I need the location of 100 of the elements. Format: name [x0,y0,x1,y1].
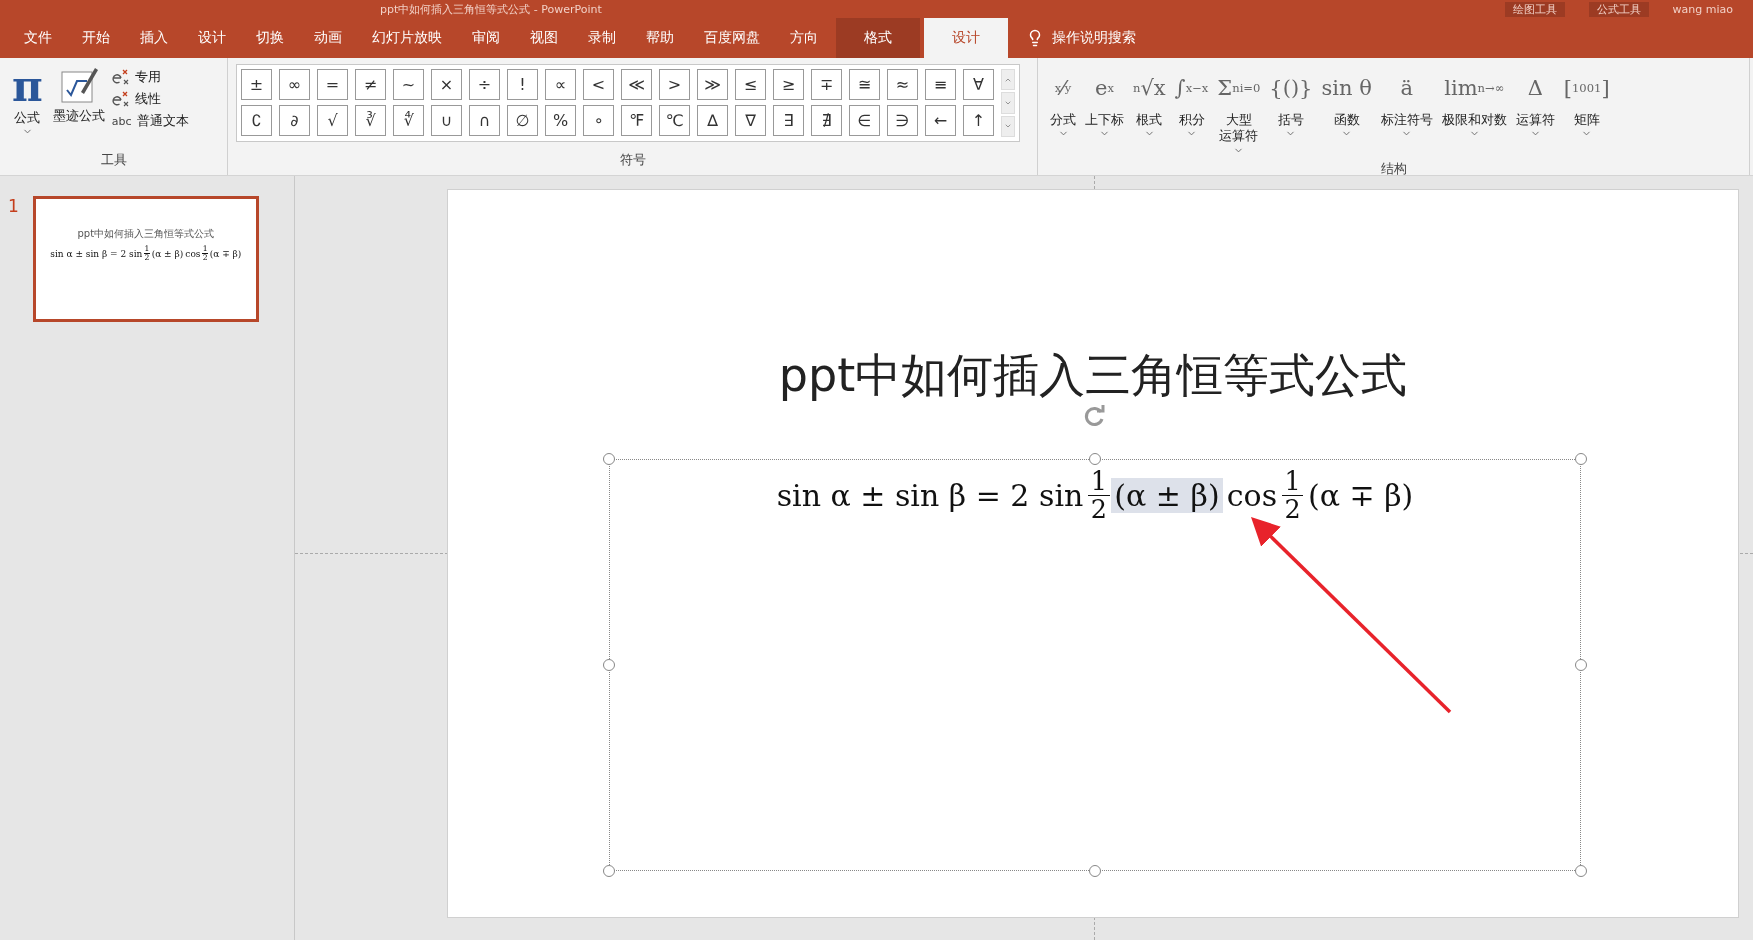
structure-icon: sin θ [1321,64,1372,112]
symbol-button[interactable]: ∝ [545,69,576,100]
symbol-button[interactable]: ≫ [697,69,728,100]
symbol-button[interactable]: ÷ [469,69,500,100]
symbol-button[interactable]: ≅ [849,69,880,100]
fraction: 1 2 [1088,468,1110,523]
symbol-button[interactable]: ≡ [925,69,956,100]
group-label: 工具 [99,151,128,169]
structure-icon: Δ [1527,64,1543,112]
symbol-button[interactable]: ∪ [431,105,462,136]
equation-text: sin α ± sin β = 2 sin [775,477,1085,513]
symbol-button[interactable]: ℉ [621,105,652,136]
ribbon-tab[interactable]: 视图 [518,18,570,58]
ribbon-button[interactable]: 墨迹公式 [48,64,109,147]
ribbon-tab[interactable]: 帮助 [634,18,686,58]
structure-button[interactable]: ä 标注符号 [1376,64,1437,156]
structure-button[interactable]: $^{n}$√x 根式 [1129,64,1170,156]
ribbon-tab[interactable]: 幻灯片放映 [360,18,454,58]
symbol-button[interactable]: ∜ [393,105,424,136]
structure-icon: $^{n}$√x [1133,64,1166,112]
thumbnail-title: ppt中如何插入三角恒等式公式 [77,227,215,241]
slide-number: 1 [8,196,19,216]
resize-handle[interactable] [1089,453,1101,465]
symbol-button[interactable]: ∋ [887,105,918,136]
equation-text: (α ± β) [150,248,185,259]
resize-handle[interactable] [603,659,615,671]
equation-text: (α ∓ β) [1307,477,1415,513]
ribbon-button[interactable]: π 公式 [8,64,47,147]
ribbon-tab[interactable]: 切换 [244,18,296,58]
ribbon-button[interactable]: 专用 [110,68,189,86]
symbol-button[interactable]: ≥ [773,69,804,100]
ribbon-button[interactable]: 线性 [110,90,189,108]
ribbon-tab[interactable]: 文件 [12,18,64,58]
symbol-button[interactable]: ∂ [279,105,310,136]
ribbon-tab[interactable]: 百度网盘 [692,18,772,58]
context-tab-label: 公式工具 [1588,1,1649,17]
chevron-down-icon [1004,99,1012,107]
symbol-button[interactable]: ~ [393,69,424,100]
symbol-button[interactable]: ∩ [469,105,500,136]
resize-handle[interactable] [1575,659,1587,671]
ribbon-tab[interactable]: 插入 [128,18,180,58]
group-label: 结构 [1379,159,1408,178]
symbol-button[interactable]: ≈ [887,69,918,100]
symbol-button[interactable]: ∅ [507,105,538,136]
equation-text: cos [1225,477,1279,513]
symbol-button[interactable]: ∀ [963,69,994,100]
ribbon-tab[interactable]: 格式 [836,18,920,58]
context-tab-label: 绘图工具 [1504,1,1565,17]
structure-button[interactable]: Δ 运算符 [1511,64,1559,156]
fraction: 1 2 [1281,468,1304,523]
symbol-button[interactable]: > [659,69,690,100]
ribbon-tab[interactable]: 录制 [576,18,628,58]
symbol-button[interactable]: ∃ [773,105,804,136]
ribbon-button[interactable]: abc 普通文本 [110,112,189,130]
symbol-button[interactable]: ↑ [963,105,994,136]
tell-me-search[interactable]: 操作说明搜索 [1052,29,1136,47]
symbol-button[interactable]: × [431,69,462,100]
ribbon-tab[interactable]: 设计 [186,18,238,58]
symbol-button[interactable]: ± [241,69,272,100]
ribbon-tab[interactable]: 方向 [778,18,830,58]
symbol-button[interactable]: ← [925,105,956,136]
ribbon-tab[interactable]: 开始 [70,18,122,58]
ribbon-tab[interactable]: 设计 [924,18,1008,58]
resize-handle[interactable] [1089,865,1101,877]
ribbon-tab[interactable]: 动画 [302,18,354,58]
symbol-button[interactable]: ℃ [659,105,690,136]
symbol-button[interactable]: < [583,69,614,100]
symbol-button[interactable]: ≠ [355,69,386,100]
symbol-button[interactable]: ∞ [279,69,310,100]
structure-icon: e$^{x}$ [1095,64,1114,112]
symbol-button[interactable]: ∘ [583,105,614,136]
window-title: ppt中如何插入三角恒等式公式 - PowerPoint [380,1,602,17]
symbol-button[interactable]: % [545,105,576,136]
equation-icon [110,68,131,86]
equation-text: (α ∓ β) [208,248,243,259]
symbol-button[interactable]: ∓ [811,69,842,100]
structure-button[interactable]: e$^{x}$ 上下标 [1081,64,1128,156]
symbol-button[interactable]: ∄ [811,105,842,136]
symbol-button[interactable]: ∛ [355,105,386,136]
resize-handle[interactable] [1575,865,1587,877]
resize-handle[interactable] [1575,453,1587,465]
resize-handle[interactable] [603,865,615,877]
symbol-button[interactable]: ≤ [735,69,766,100]
ribbon-tab[interactable]: 审阅 [460,18,512,58]
symbol-button[interactable]: √ [317,105,348,136]
abc-icon: abc [110,114,133,128]
equation-icon [110,90,131,108]
selected-equation-text: (α ± β) [1110,477,1224,513]
group-label: 符号 [618,151,647,169]
symbol-button[interactable]: ∆ [697,105,728,136]
symbol-button[interactable]: ∇ [735,105,766,136]
structure-button[interactable]: sin θ 函数 [1317,64,1376,156]
resize-handle[interactable] [603,453,615,465]
structure-button[interactable]: {()} 括号 [1265,64,1317,156]
symbol-button[interactable]: ∁ [241,105,272,136]
symbol-button[interactable]: = [317,69,348,100]
structure-icon: ä [1400,64,1414,112]
symbol-button[interactable]: ∈ [849,105,880,136]
symbol-button[interactable]: ! [507,69,538,100]
symbol-button[interactable]: ≪ [621,69,652,100]
